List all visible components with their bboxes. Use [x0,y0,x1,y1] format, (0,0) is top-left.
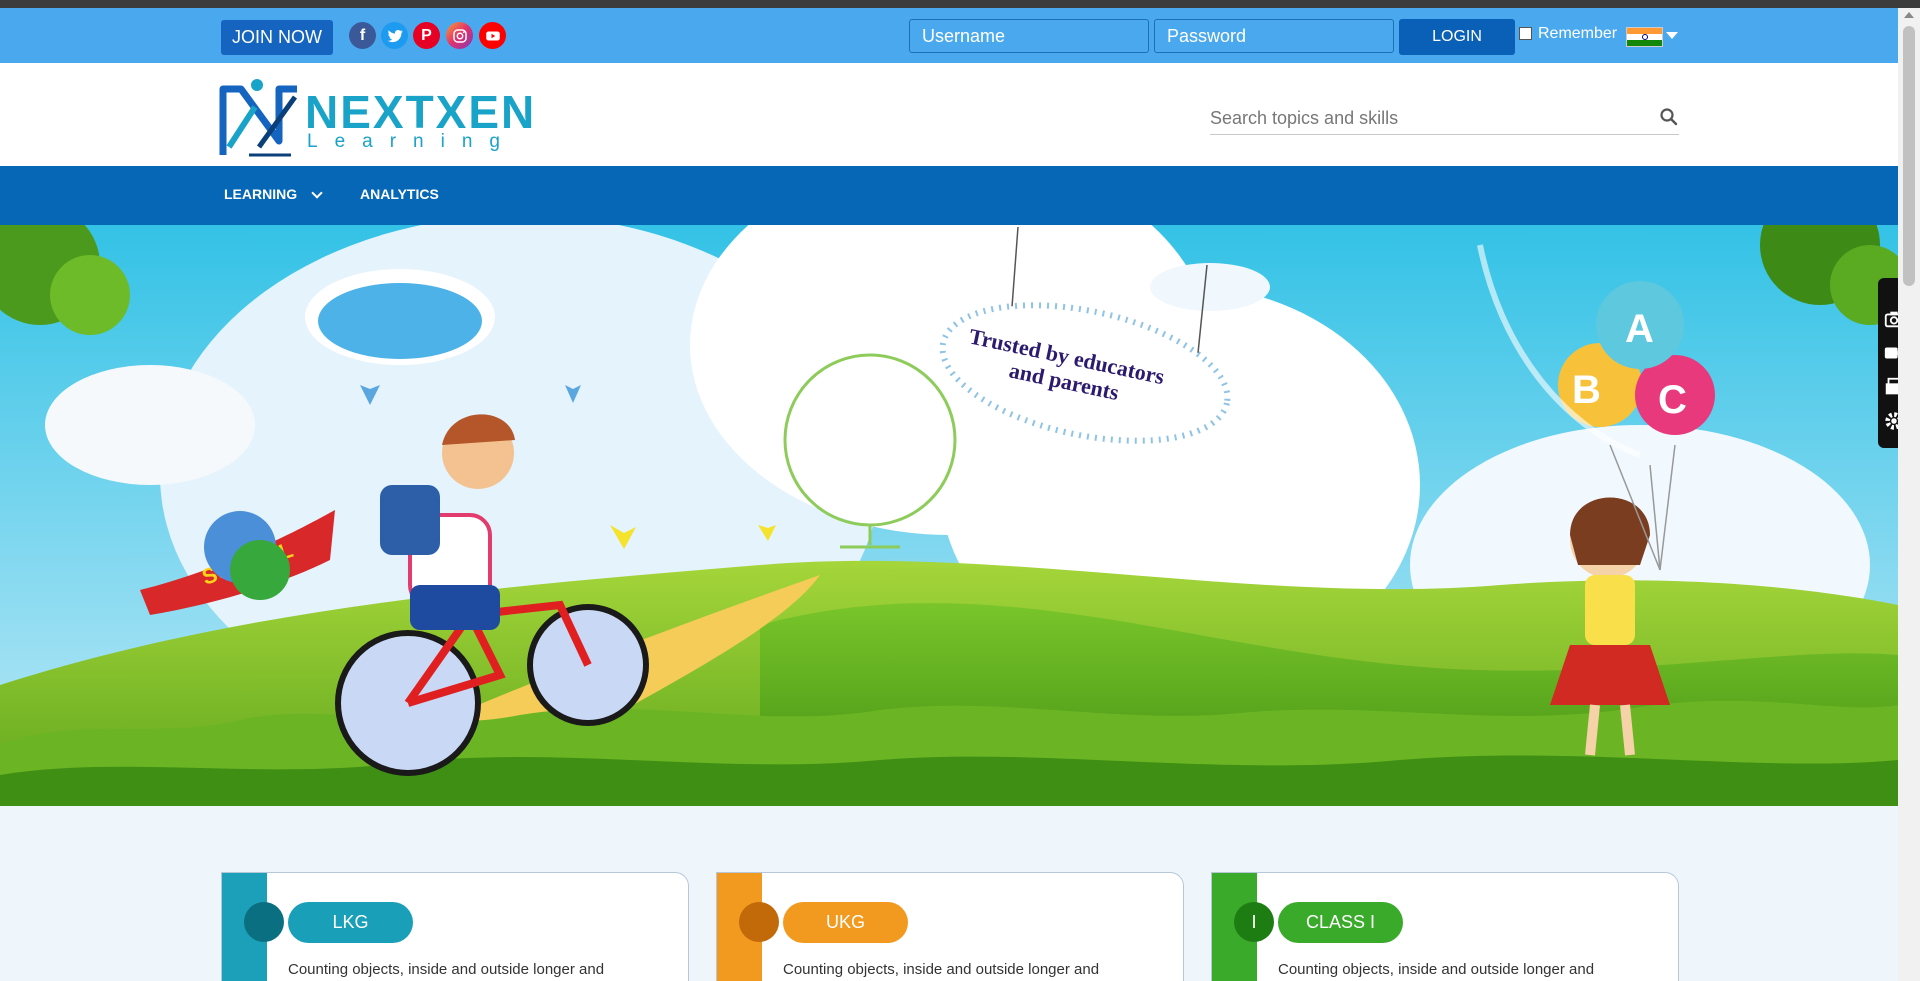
facebook-icon[interactable]: f [349,22,376,49]
scroll-up-arrow-icon[interactable] [1904,12,1914,18]
grade-card-lkg[interactable]: LKG Counting objects, inside and outside… [221,872,689,981]
remember-checkbox[interactable] [1519,27,1532,40]
scrollbar[interactable] [1898,8,1920,981]
india-flag-icon[interactable] [1626,27,1663,47]
balloon-letter-b: B [1572,368,1601,412]
nextxen-logo[interactable]: NEXTXEN Learning [219,77,534,159]
card-dot: I [1234,902,1274,942]
grade-pill-class-1[interactable]: CLASS I [1278,902,1403,943]
join-now-button[interactable]: JOIN NOW [221,20,333,55]
hero-banner: Trusted by educators and parents SCHOOL [0,225,1898,806]
login-button[interactable]: LOGIN [1399,19,1515,55]
top-bar: JOIN NOW f P LOGIN Remember [0,8,1898,63]
search-input[interactable] [1210,103,1650,133]
grade-card-class-1[interactable]: I CLASS I Counting objects, inside and o… [1211,872,1679,981]
balloon-letter-c: C [1658,378,1687,422]
balloon-letter-a: A [1625,307,1654,351]
pinterest-icon[interactable]: P [413,22,440,49]
password-field[interactable] [1154,19,1394,53]
browser-top-strip [0,0,1920,8]
search-icon[interactable] [1659,107,1679,127]
grade-card-ukg[interactable]: UKG Counting objects, inside and outside… [716,872,1184,981]
remember-label: Remember [1538,25,1618,42]
chevron-down-icon[interactable] [311,187,323,199]
card-description: Counting objects, inside and outside lon… [288,961,605,978]
card-description: Counting objects, inside and outside lon… [1278,961,1595,978]
logo-sub-text: Learning [307,131,517,152]
logo-mark-icon [219,79,298,157]
main-nav: LEARNING ANALYTICS [0,166,1898,225]
card-description: Counting objects, inside and outside lon… [783,961,1100,978]
youtube-icon[interactable] [479,22,506,49]
nav-item-analytics[interactable]: ANALYTICS [360,186,439,202]
chevron-down-icon[interactable] [1666,32,1678,39]
hero-illustration: Trusted by educators and parents SCHOOL [0,225,1898,806]
search-box [1210,103,1679,135]
twitter-icon[interactable] [381,22,408,49]
card-dot [739,902,779,942]
site-header: NEXTXEN Learning [0,63,1898,166]
card-dot [244,902,284,942]
nav-item-learning[interactable]: LEARNING [224,186,297,202]
instagram-icon[interactable] [446,22,473,49]
scroll-thumb[interactable] [1903,26,1915,286]
username-field[interactable] [909,19,1149,53]
grade-pill-lkg[interactable]: LKG [288,902,413,943]
grade-pill-ukg[interactable]: UKG [783,902,908,943]
